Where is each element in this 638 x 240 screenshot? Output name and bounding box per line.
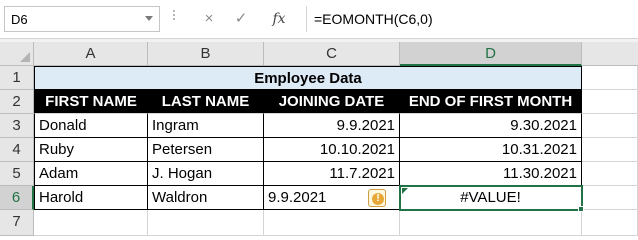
table-cell[interactable]: Waldron	[148, 186, 264, 210]
formula-bar: D6 × ✓ fx =EOMONTH(C6,0)	[0, 0, 638, 38]
column-header-b[interactable]: B	[148, 42, 264, 66]
column-header-a[interactable]: A	[34, 42, 148, 66]
cell[interactable]	[582, 210, 638, 236]
cell[interactable]	[582, 114, 638, 138]
select-all-button[interactable]	[0, 42, 34, 66]
name-box-value: D6	[11, 12, 28, 27]
drag-handle[interactable]	[172, 8, 176, 30]
table-cell[interactable]: Donald	[34, 114, 148, 138]
formula-buttons: × ✓ fx	[186, 6, 304, 32]
row-header-1[interactable]: 1	[0, 66, 34, 90]
table-cell[interactable]: 10.31.2021	[400, 138, 582, 162]
table-cell[interactable]: Ruby	[34, 138, 148, 162]
chevron-down-icon[interactable]	[145, 16, 153, 21]
row-header-5[interactable]: 5	[0, 162, 34, 186]
column-header-c[interactable]: C	[264, 42, 400, 66]
table-cell[interactable]: Ingram	[148, 114, 264, 138]
cell[interactable]	[582, 66, 638, 90]
worksheet-grid: A B C D 1 2 3 4 5 6 7 Employee Data FIRS…	[0, 42, 638, 236]
cell[interactable]	[582, 162, 638, 186]
sheet-title[interactable]: Employee Data	[34, 66, 582, 90]
row-header-2[interactable]: 2	[0, 90, 34, 114]
header-joining-date[interactable]: JOINING DATE	[264, 90, 400, 114]
header-last-name[interactable]: LAST NAME	[148, 90, 264, 114]
table-cell[interactable]: 10.10.2021	[264, 138, 400, 162]
row-header-7[interactable]: 7	[0, 210, 34, 236]
cell[interactable]	[400, 210, 582, 236]
column-header-d[interactable]: D	[400, 42, 582, 66]
warning-icon[interactable]: !	[368, 189, 386, 207]
header-first-name[interactable]: FIRST NAME	[34, 90, 148, 114]
cell[interactable]	[582, 90, 638, 114]
formula-input[interactable]: =EOMONTH(C6,0)	[314, 11, 433, 27]
table-cell[interactable]: Petersen	[148, 138, 264, 162]
insert-function-button[interactable]: fx	[264, 6, 294, 32]
table-cell[interactable]: J. Hogan	[148, 162, 264, 186]
cell[interactable]	[582, 186, 638, 210]
table-cell[interactable]: 9.9.2021	[264, 114, 400, 138]
row-header-6[interactable]: 6	[0, 186, 34, 210]
table-cell[interactable]: Adam	[34, 162, 148, 186]
column-header-e[interactable]	[582, 42, 638, 66]
fill-handle[interactable]	[578, 206, 584, 212]
cancel-icon[interactable]: ×	[194, 6, 224, 32]
name-box[interactable]: D6	[4, 6, 160, 32]
table-cell[interactable]: 11.7.2021	[264, 162, 400, 186]
divider	[306, 6, 307, 32]
row-header-3[interactable]: 3	[0, 114, 34, 138]
table-cell[interactable]: Harold	[34, 186, 148, 210]
cell[interactable]	[34, 210, 148, 236]
enter-icon[interactable]: ✓	[226, 6, 256, 32]
cell[interactable]	[582, 138, 638, 162]
active-cell-selection	[399, 185, 583, 211]
cell[interactable]	[264, 210, 400, 236]
table-cell[interactable]: 11.30.2021	[400, 162, 582, 186]
header-end-of-first-month[interactable]: END OF FIRST MONTH	[400, 90, 582, 114]
row-header-4[interactable]: 4	[0, 138, 34, 162]
table-cell[interactable]: 9.30.2021	[400, 114, 582, 138]
cell[interactable]	[148, 210, 264, 236]
